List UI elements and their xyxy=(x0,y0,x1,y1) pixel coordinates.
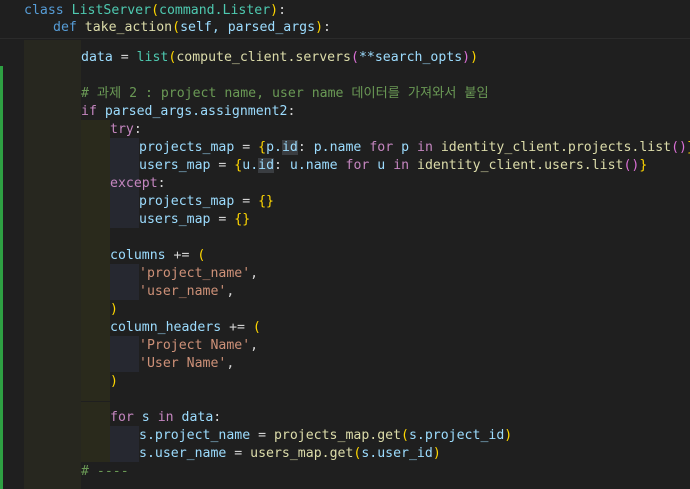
code-line[interactable]: 'Project Name', xyxy=(139,337,258,355)
identifier: p xyxy=(401,140,410,155)
argument: **search_opts xyxy=(358,50,463,65)
code-line[interactable]: projects_map = {} xyxy=(139,193,274,211)
highlighted-identifier: id xyxy=(281,140,298,155)
identifier: s.project_name xyxy=(139,428,251,443)
identifier: data xyxy=(81,50,113,65)
identifier: u. xyxy=(242,158,259,173)
indent-guide xyxy=(110,264,139,300)
code-line[interactable]: 'User Name', xyxy=(139,355,234,373)
keyword: for xyxy=(345,158,370,173)
identifier: users_map xyxy=(139,212,211,227)
keyword: except xyxy=(110,176,158,191)
modified-lines-indicator xyxy=(0,66,3,489)
comment: # 과제 2 : project name, user name 데이터를 가져… xyxy=(81,86,489,101)
indent-guide xyxy=(110,426,139,462)
identifier: u xyxy=(377,158,386,173)
code-line[interactable]: ) xyxy=(110,301,118,319)
identifier: projects_map xyxy=(139,194,235,209)
params: self, parsed_args xyxy=(180,20,316,35)
string-literal: 'project_name' xyxy=(139,266,251,281)
string-literal: 'user_name' xyxy=(139,284,227,299)
argument: s.user_id xyxy=(361,446,433,461)
code-line[interactable]: 'user_name', xyxy=(139,283,234,301)
comment: # ---- xyxy=(81,464,129,479)
function-call: users_map.get xyxy=(250,446,354,461)
identifier: p. xyxy=(266,140,282,155)
code-line[interactable]: except: xyxy=(110,175,166,193)
code-line[interactable]: 'project_name', xyxy=(139,265,258,283)
identifier: u.name xyxy=(289,158,338,173)
code-line[interactable]: # 과제 2 : project name, user name 데이터를 가져… xyxy=(81,85,489,103)
keyword: def xyxy=(53,20,77,35)
code-line[interactable]: for s in data: xyxy=(110,409,221,427)
highlighted-identifier: id xyxy=(258,158,275,173)
builtin: list xyxy=(136,50,169,65)
keyword: for xyxy=(369,140,394,155)
code-line[interactable]: users_map = {} xyxy=(139,211,250,229)
code-line[interactable]: ) xyxy=(110,373,118,391)
keyword: in xyxy=(393,158,410,173)
identifier: projects_map xyxy=(139,140,235,155)
function-name: take_action xyxy=(84,20,173,35)
indent-guide xyxy=(81,402,110,462)
class-name: ListServer xyxy=(71,3,152,18)
condition: parsed_args.assignment2 xyxy=(104,104,288,119)
code-line[interactable]: s.user_name = users_map.get(s.user_id) xyxy=(139,445,441,463)
keyword: if xyxy=(81,104,97,119)
function-call: projects_map.get xyxy=(273,428,402,443)
string-literal: 'Project Name' xyxy=(139,338,251,353)
identifier: s xyxy=(141,410,150,425)
keyword: for xyxy=(110,410,134,425)
keyword: try xyxy=(110,122,134,137)
indent-guide xyxy=(81,120,110,401)
indent-guide xyxy=(110,336,139,372)
string-literal: 'User Name' xyxy=(139,356,227,371)
code-line[interactable]: data = list(compute_client.servers(**sea… xyxy=(81,49,478,67)
identifier: column_headers xyxy=(110,320,222,335)
code-line[interactable]: class ListServer(command.Lister): xyxy=(24,2,286,20)
code-line[interactable]: # ---- xyxy=(81,463,129,481)
function-call: identity_client.users.list xyxy=(417,158,624,173)
code-line[interactable]: users_map = {u.id: u.name for u in ident… xyxy=(139,157,647,175)
identifier: columns xyxy=(110,248,166,263)
identifier: p.name xyxy=(313,140,362,155)
code-line[interactable]: if parsed_args.assignment2: xyxy=(81,103,295,121)
code-line[interactable]: try: xyxy=(110,121,142,139)
code-line[interactable]: def take_action(self, parsed_args): xyxy=(53,19,331,37)
identifier: users_map xyxy=(139,158,211,173)
indent-guide xyxy=(24,40,81,489)
function-call: identity_client.projects.list xyxy=(440,140,672,155)
code-line[interactable]: s.project_name = projects_map.get(s.proj… xyxy=(139,427,512,445)
code-line[interactable]: columns += ( xyxy=(110,247,205,265)
code-line[interactable]: projects_map = {p.id: p.name for p in id… xyxy=(139,139,690,157)
argument: s.project_id xyxy=(408,428,505,443)
identifier: s.user_name xyxy=(139,446,227,461)
base-class: command.Lister xyxy=(159,3,271,18)
function-call: compute_client.servers xyxy=(176,50,351,65)
keyword: in xyxy=(417,140,433,155)
keyword: in xyxy=(157,410,174,425)
code-line[interactable]: column_headers += ( xyxy=(110,319,261,337)
code-editor[interactable]: class ListServer(command.Lister): def ta… xyxy=(0,0,690,489)
sticky-scroll-divider xyxy=(0,38,690,39)
identifier: data xyxy=(181,410,214,425)
keyword: class xyxy=(24,3,64,18)
